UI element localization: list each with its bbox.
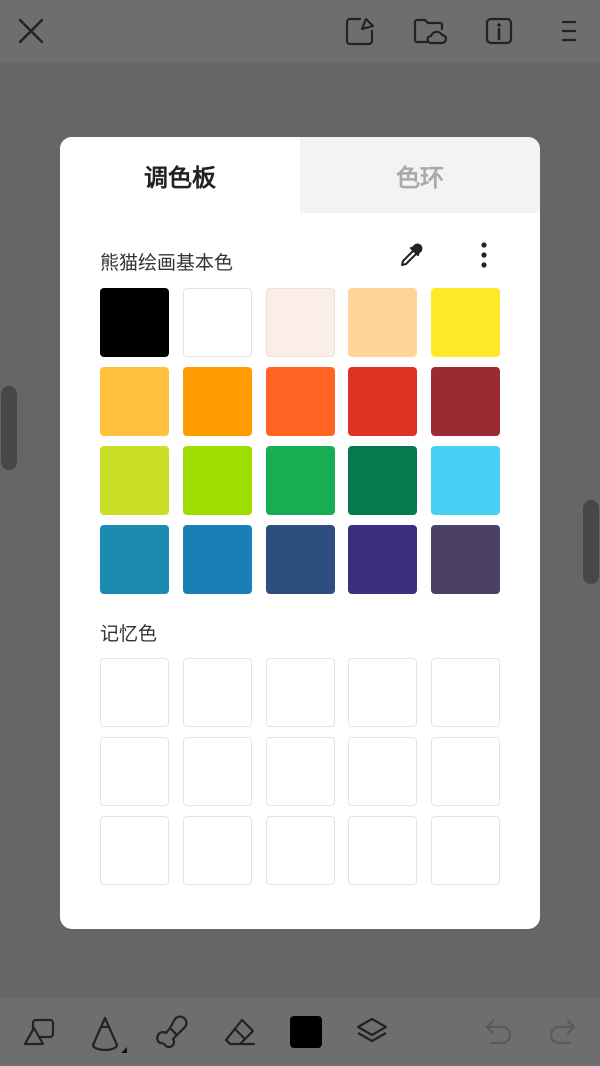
color-swatch-1[interactable] (100, 288, 169, 357)
color-swatch-8[interactable] (265, 367, 335, 436)
color-swatch-9[interactable] (348, 367, 418, 436)
color-swatch-15[interactable] (431, 446, 500, 515)
memory-color-slot-2[interactable] (182, 658, 252, 727)
basic-colors-grid (100, 288, 500, 594)
menu-icon[interactable] (552, 12, 586, 50)
export-image-icon[interactable] (340, 12, 378, 50)
palette-tabs: 调色板 色环 (60, 137, 540, 213)
color-swatch-12[interactable] (182, 446, 252, 515)
color-swatch-17[interactable] (182, 525, 252, 594)
color-swatch-19[interactable] (348, 525, 418, 594)
memory-color-slot-5[interactable] (431, 658, 500, 727)
color-swatch-7[interactable] (182, 367, 252, 436)
memory-colors-title: 记忆色 (100, 623, 158, 645)
left-slider-handle[interactable] (1, 386, 17, 470)
color-swatch-6[interactable] (100, 367, 169, 436)
brush-icon[interactable] (153, 1012, 193, 1052)
shapes-icon[interactable] (20, 1012, 60, 1052)
memory-color-slot-12[interactable] (182, 816, 252, 885)
color-swatch-5[interactable] (431, 288, 500, 357)
layers-icon[interactable] (352, 1012, 392, 1052)
more-vertical-icon[interactable] (468, 237, 500, 273)
bottom-toolbar (0, 998, 600, 1066)
memory-color-slot-15[interactable] (431, 816, 500, 885)
color-swatch-3[interactable] (265, 288, 335, 357)
tab-color-wheel[interactable]: 色环 (300, 137, 540, 213)
eyedropper-icon[interactable] (393, 237, 429, 273)
color-swatch-11[interactable] (100, 446, 169, 515)
palette-dialog: 调色板 色环 熊猫绘画基本色 记忆色 (60, 137, 540, 929)
color-swatch-2[interactable] (182, 288, 252, 357)
color-swatch-14[interactable] (348, 446, 418, 515)
basic-colors-title: 熊猫绘画基本色 (100, 252, 234, 274)
color-swatch-20[interactable] (431, 525, 500, 594)
cloud-folder-icon[interactable] (409, 12, 449, 50)
undo-icon[interactable] (480, 1014, 518, 1050)
pencil-icon[interactable] (86, 1012, 130, 1056)
color-swatch-13[interactable] (265, 446, 335, 515)
memory-color-slot-11[interactable] (100, 816, 169, 885)
tab-palette[interactable]: 调色板 (60, 137, 300, 213)
right-slider-handle[interactable] (583, 500, 599, 584)
color-swatch-10[interactable] (431, 367, 500, 436)
memory-color-slot-3[interactable] (265, 658, 335, 727)
memory-color-slot-4[interactable] (348, 658, 418, 727)
memory-color-slot-9[interactable] (348, 737, 418, 806)
info-icon[interactable] (480, 12, 518, 50)
current-color-icon[interactable] (290, 1016, 322, 1048)
memory-colors-grid (100, 658, 500, 885)
close-icon[interactable] (12, 12, 50, 50)
memory-color-slot-13[interactable] (265, 816, 335, 885)
color-swatch-18[interactable] (265, 525, 335, 594)
eraser-icon[interactable] (220, 1012, 260, 1052)
color-swatch-16[interactable] (100, 525, 169, 594)
memory-color-slot-10[interactable] (431, 737, 500, 806)
memory-color-slot-14[interactable] (348, 816, 418, 885)
color-swatch-4[interactable] (348, 288, 418, 357)
memory-color-slot-1[interactable] (100, 658, 169, 727)
top-toolbar (0, 0, 600, 62)
memory-color-slot-8[interactable] (265, 737, 335, 806)
redo-icon[interactable] (543, 1014, 581, 1050)
memory-color-slot-7[interactable] (182, 737, 252, 806)
memory-color-slot-6[interactable] (100, 737, 169, 806)
